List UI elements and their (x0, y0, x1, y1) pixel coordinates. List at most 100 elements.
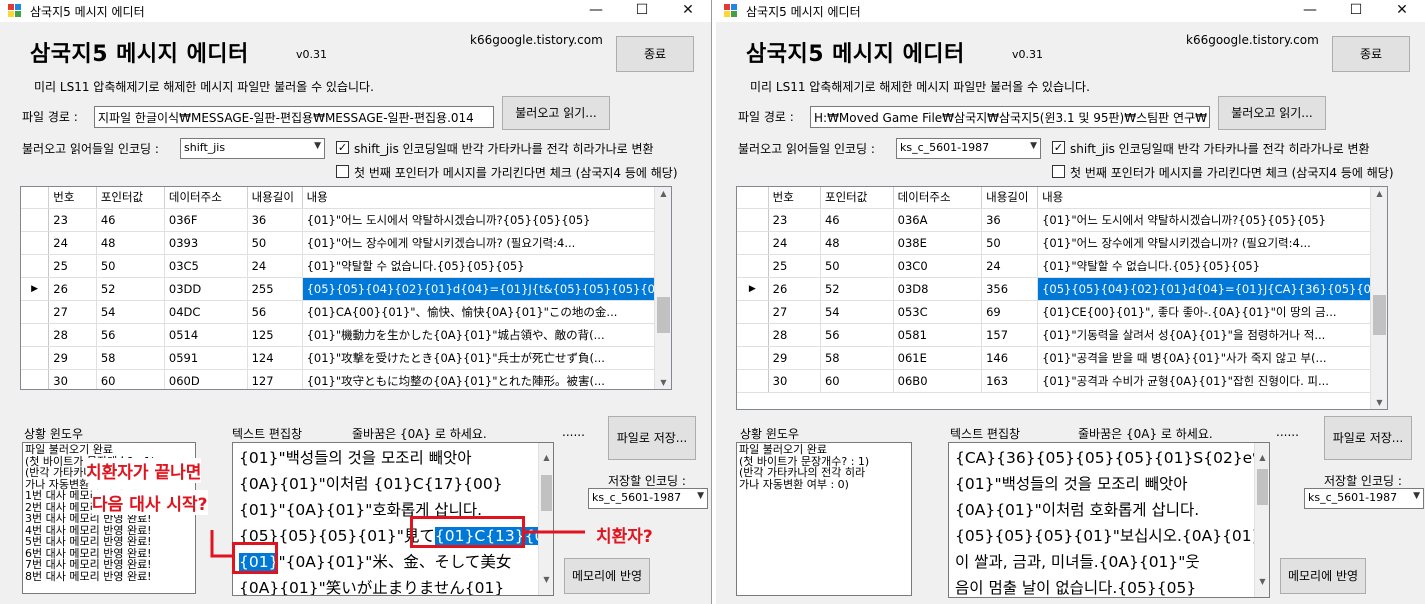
row-header[interactable] (737, 208, 769, 232)
table-row[interactable]: ▶ 26 52 03D8 356 {05}{05}{04}{02}{01}d{04}={0… (737, 277, 1387, 301)
save-encoding-select[interactable]: ks_c_5601-1987 ▼ (1304, 488, 1424, 509)
table-cell[interactable]: 58 (820, 346, 894, 370)
row-header[interactable] (737, 369, 769, 393)
table-cell[interactable]: 30 (768, 369, 821, 393)
table-row[interactable]: 24 48 038E 50 {01}"어느 장수에게 약탈시키겠습니까? (필요기력:4… (737, 231, 1387, 255)
table-row[interactable]: 30 60 06B0 163 {01}"공격과 수비가 균형{0A}{01}"잡힌 진형… (737, 369, 1387, 393)
table-cell[interactable]: 50 (820, 254, 894, 278)
row-header[interactable] (737, 254, 769, 278)
minimize-icon[interactable]: — (1287, 0, 1333, 22)
editor-line: {CA}{36}{05}{05}{05}{01}S{02}e%5 (955, 445, 1269, 471)
row-header[interactable] (737, 300, 769, 324)
message-grid[interactable]: 번호 포인터값 데이터주소 내용길이 내용 23 46 036A 36 {01}"어느 도시에서… (736, 186, 1388, 410)
table-cell[interactable]: 03D8 (893, 277, 983, 301)
table-cell[interactable]: {05}{05}{04}{02}{01}d{04}={01}J{CA}{36}{… (1037, 277, 1387, 301)
text-editor[interactable]: {CA}{36}{05}{05}{05}{01}S{02}e%5 {01}"백성들… (948, 442, 1270, 598)
table-cell[interactable]: 46 (820, 208, 894, 232)
table-cell[interactable]: 061E (893, 346, 983, 370)
table-cell[interactable]: 54 (820, 300, 894, 324)
table-cell[interactable]: 26 (768, 277, 821, 301)
table-cell[interactable]: 50 (981, 231, 1039, 255)
editor-text-segment: {05}{05}{05}{01}"보십시오.{0A}{01}" (955, 527, 1269, 545)
scroll-down-icon[interactable]: ▼ (1371, 398, 1387, 407)
maximize-icon[interactable]: ☐ (1333, 0, 1379, 22)
table-cell[interactable]: {01}"기동력을 살려서 성{0A}{01}"을 점령하거나 적... (1037, 323, 1387, 347)
table-row[interactable]: 25 50 03C0 24 {01}"약탈할 수 없습니다.{05}{05}{05} (737, 254, 1387, 278)
column-header[interactable]: 내용길이 (981, 187, 1039, 209)
column-header[interactable]: 데이터주소 (893, 187, 983, 209)
app-title: 삼국지5 메시지 에디터 (746, 42, 965, 67)
table-cell[interactable]: {01}"약탈할 수 없습니다.{05}{05}{05} (1037, 254, 1387, 278)
first-pointer-checkbox[interactable] (1052, 165, 1065, 178)
table-cell[interactable]: {01}"공격과 수비가 균형{0A}{01}"잡힌 진형이다. 피... (1037, 369, 1387, 393)
table-cell[interactable]: 356 (981, 277, 1039, 301)
version-label: v0.31 (1012, 48, 1044, 61)
status-line: (반각 가타카나의 전각 히라 (739, 466, 866, 479)
table-cell[interactable]: 56 (820, 323, 894, 347)
table-cell[interactable]: 163 (981, 369, 1039, 393)
newline-hint: 줄바꿈은 {0A} 로 하세요. (1078, 427, 1213, 441)
exit-button[interactable]: 종료 (1332, 36, 1410, 72)
column-header[interactable]: 번호 (768, 187, 821, 209)
notice-text: 미리 LS11 압축해제기로 해제한 메시지 파일만 불러올 수 있습니다. (750, 80, 1090, 94)
table-cell[interactable]: 053C (893, 300, 983, 324)
table-cell[interactable]: 036A (893, 208, 983, 232)
column-header[interactable]: 포인터값 (820, 187, 894, 209)
first-pointer-label: 첫 번째 포인터가 메시지를 가리킨다면 체크 (삼국지4 등에 해당) (1070, 166, 1394, 180)
table-cell[interactable]: 48 (820, 231, 894, 255)
annotation-text-line1: 치환자가 끝나면 (86, 458, 202, 483)
editor-text-segment: 이 쌀과, 금과, 미녀들.{0A}{01}"웃 (955, 553, 1200, 571)
table-cell[interactable]: 06B0 (893, 369, 983, 393)
title-bar[interactable]: 삼국지5 메시지 에디터 — ☐ ✕ (716, 0, 1425, 22)
row-header[interactable] (737, 346, 769, 370)
row-header[interactable]: ▶ (737, 277, 769, 301)
table-row[interactable]: 28 56 0581 157 {01}"기동력을 살려서 성{0A}{01}"을 점령하… (737, 323, 1387, 347)
scroll-up-icon[interactable]: ▲ (1371, 189, 1387, 198)
annotation-text-line2: 다음 대사 시작? (92, 490, 208, 515)
site-label: k66google.tistory.com (1186, 33, 1319, 47)
table-cell[interactable]: {01}"공격을 받을 때 병{0A}{01}"사가 죽지 않고 부(... (1037, 346, 1387, 370)
table-cell[interactable]: {01}"어느 장수에게 약탈시키겠습니까? (필요기력:4... (1037, 231, 1387, 255)
table-cell[interactable]: 29 (768, 346, 821, 370)
dots-label: ...... (1276, 425, 1299, 439)
scroll-up-icon[interactable]: ▲ (1255, 445, 1269, 471)
table-cell[interactable]: 038E (893, 231, 983, 255)
scroll-thumb[interactable] (1257, 469, 1268, 505)
grid-scrollbar[interactable]: ▲ ▼ (1370, 187, 1387, 409)
table-cell[interactable]: 146 (981, 346, 1039, 370)
table-cell[interactable]: 24 (981, 254, 1039, 278)
table-cell[interactable]: 52 (820, 277, 894, 301)
scroll-thumb[interactable] (1373, 295, 1386, 335)
table-cell[interactable]: 24 (768, 231, 821, 255)
table-cell[interactable]: 60 (820, 369, 894, 393)
load-encoding-select[interactable]: ks_c_5601-1987 ▼ (896, 138, 1041, 159)
table-cell[interactable]: 23 (768, 208, 821, 232)
editor-text-segment: {CA}{36}{05}{05}{05}{01}S{02}e%5 (955, 449, 1270, 467)
table-cell[interactable]: 157 (981, 323, 1039, 347)
table-cell[interactable]: 69 (981, 300, 1039, 324)
table-cell[interactable]: 36 (981, 208, 1039, 232)
file-path-field[interactable]: H:₩Moved Game File₩삼국지₩삼국지5(윈3.1 및 95판)₩… (810, 106, 1210, 128)
table-cell[interactable]: 25 (768, 254, 821, 278)
table-cell[interactable]: 27 (768, 300, 821, 324)
table-row[interactable]: 29 58 061E 146 {01}"공격을 받을 때 병{0A}{01}"사가 죽지… (737, 346, 1387, 370)
row-header[interactable] (737, 231, 769, 255)
status-line: 파일 불러오기 완료 (739, 443, 827, 456)
load-encoding-label: 불러오고 읽어들일 인코딩 : (738, 142, 875, 156)
katakana-convert-checkbox[interactable]: ✓ (1052, 141, 1065, 154)
apply-memory-button[interactable]: 메모리에 반영 (1280, 558, 1366, 594)
close-window-icon[interactable]: ✕ (1379, 0, 1425, 22)
column-header[interactable]: 내용 (1037, 187, 1387, 209)
table-row[interactable]: 27 54 053C 69 {01}CE{00}{01}", 좋다 좋아-.{0A}{0… (737, 300, 1387, 324)
table-cell[interactable]: 28 (768, 323, 821, 347)
table-cell[interactable]: {01}"어느 도시에서 약탈하시겠습니까?{05}{05}{05} (1037, 208, 1387, 232)
save-file-button[interactable]: 파일로 저장... (1324, 416, 1412, 460)
editor-scrollbar[interactable]: ▲ ▼ (1254, 443, 1269, 597)
table-row[interactable]: 23 46 036A 36 {01}"어느 도시에서 약탈하시겠습니까?{05}{05}… (737, 208, 1387, 232)
table-cell[interactable]: 03C0 (893, 254, 983, 278)
table-cell[interactable]: 0581 (893, 323, 983, 347)
load-read-button[interactable]: 불러오고 읽기... (1218, 96, 1326, 130)
row-header[interactable] (737, 323, 769, 347)
table-cell[interactable]: {01}CE{00}{01}", 좋다 좋아-.{0A}{01}"이 땅의 금.… (1037, 300, 1387, 324)
scroll-down-icon[interactable]: ▼ (1255, 569, 1269, 595)
